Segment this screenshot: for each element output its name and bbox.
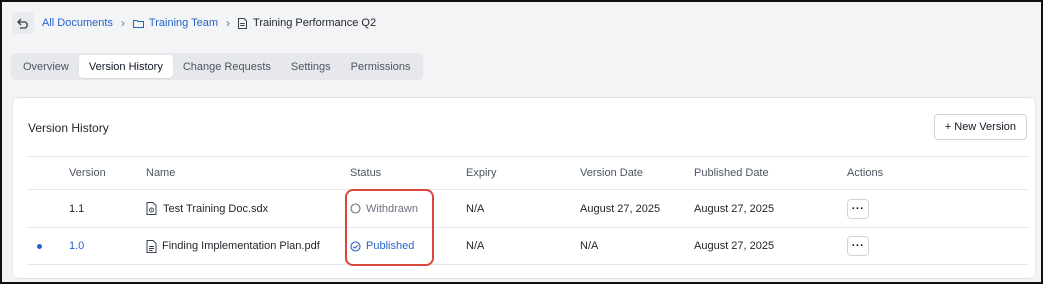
file-text-icon xyxy=(146,239,157,253)
chevron-right-icon: › xyxy=(120,16,125,30)
status-badge: Withdrawn xyxy=(350,190,418,227)
version-number: 1.1 xyxy=(69,202,85,215)
chevron-right-icon: › xyxy=(226,16,231,30)
status-badge: Published xyxy=(350,228,414,264)
undo-arrow-icon xyxy=(16,18,28,29)
circle-outline-icon xyxy=(350,203,361,214)
document-icon xyxy=(238,17,248,29)
version-date-value: N/A xyxy=(580,240,599,252)
check-circle-icon xyxy=(350,240,361,252)
actions-cell: ··· xyxy=(847,190,869,227)
version-date-value: August 27, 2025 xyxy=(580,202,661,215)
tab-overview[interactable]: Overview xyxy=(13,55,79,78)
app-frame: All Documents › Training Team › Training… xyxy=(0,0,1043,284)
current-version-indicator xyxy=(37,228,42,264)
breadcrumb-all-documents[interactable]: All Documents xyxy=(42,17,113,29)
panel-title: Version History xyxy=(28,121,109,135)
tab-change-requests[interactable]: Change Requests xyxy=(173,55,281,78)
header-actions: Actions xyxy=(847,167,884,179)
status-label: Published xyxy=(366,240,415,252)
file-name-cell: Test Training Doc.sdx xyxy=(146,190,268,227)
breadcrumb-current-label: Training Performance Q2 xyxy=(253,17,377,29)
actions-cell: ··· xyxy=(847,228,869,264)
tab-settings[interactable]: Settings xyxy=(281,55,341,78)
expiry-value: N/A xyxy=(466,202,485,215)
breadcrumb: All Documents › Training Team › Training… xyxy=(12,10,376,36)
header-published-date: Published Date xyxy=(694,167,769,179)
status-label: Withdrawn xyxy=(366,202,418,215)
back-button[interactable] xyxy=(12,12,34,34)
header-name: Name xyxy=(146,167,176,179)
published-date-value: August 27, 2025 xyxy=(694,240,775,252)
header-version-date: Version Date xyxy=(580,167,643,179)
expiry-value: N/A xyxy=(466,240,485,252)
table-header: Version Name Status Expiry Version Date … xyxy=(27,156,1028,189)
header-expiry: Expiry xyxy=(466,167,497,179)
tab-version-history[interactable]: Version History xyxy=(78,55,173,78)
more-actions-button[interactable]: ··· xyxy=(847,236,869,256)
breadcrumb-current: Training Performance Q2 xyxy=(238,17,376,29)
folder-icon xyxy=(132,19,144,28)
version-table: Version Name Status Expiry Version Date … xyxy=(27,156,1028,265)
tab-permissions[interactable]: Permissions xyxy=(341,55,421,78)
file-gear-icon xyxy=(146,202,157,215)
header-version: Version xyxy=(69,167,106,179)
published-date-value: August 27, 2025 xyxy=(694,202,775,215)
version-history-panel: Version History + New Version Version Na… xyxy=(12,97,1036,279)
more-actions-button[interactable]: ··· xyxy=(847,198,869,219)
breadcrumb-training-team[interactable]: Training Team xyxy=(132,17,219,29)
file-name-cell: Finding Implementation Plan.pdf xyxy=(146,228,320,264)
table-row[interactable]: 1.0 Finding Implementation Plan.pdf Publ… xyxy=(27,227,1028,265)
breadcrumb-folder-label: Training Team xyxy=(148,17,219,29)
dot-icon xyxy=(37,243,42,249)
file-name: Finding Implementation Plan.pdf xyxy=(162,240,320,252)
new-version-button[interactable]: + New Version xyxy=(933,114,1027,140)
file-name: Test Training Doc.sdx xyxy=(163,202,269,215)
table-row[interactable]: 1.1 Test Training Doc.sdx Withdrawn N/A xyxy=(27,189,1028,227)
version-number[interactable]: 1.0 xyxy=(69,228,84,264)
tab-bar: Overview Version History Change Requests… xyxy=(11,53,423,80)
header-status: Status xyxy=(350,167,382,179)
